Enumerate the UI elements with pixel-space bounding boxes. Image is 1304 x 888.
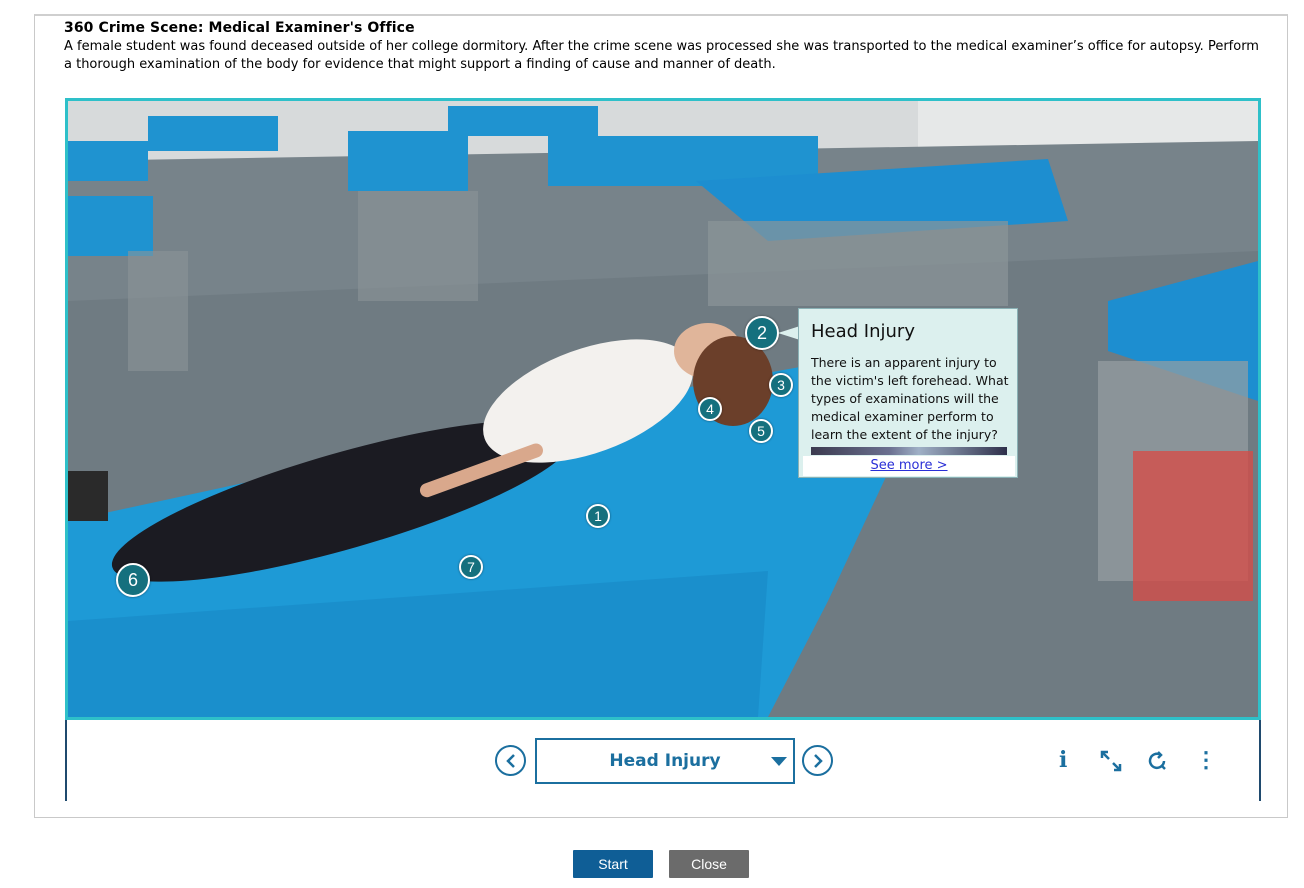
see-more-link[interactable]: See more > — [870, 458, 947, 473]
hotspot-select[interactable]: Head Injury — [535, 738, 795, 784]
hotspot-select-value: Head Injury — [609, 751, 721, 771]
start-button[interactable]: Start — [573, 850, 653, 878]
hotspot-5[interactable]: 5 — [749, 419, 773, 443]
close-button[interactable]: Close — [669, 850, 749, 878]
hotspot-6[interactable]: 6 — [116, 563, 150, 597]
popup-pointer — [778, 326, 800, 340]
autopsy-room-scene — [68, 101, 1258, 717]
chevron-left-icon — [505, 753, 515, 768]
viewer-toolbar: Head Injury i ⋮ — [65, 720, 1261, 801]
hotspot-2[interactable]: 2 — [745, 316, 779, 350]
hotspot-1[interactable]: 1 — [586, 504, 610, 528]
hotspot-4[interactable]: 4 — [698, 397, 722, 421]
info-icon[interactable]: i — [1059, 747, 1067, 773]
chevron-right-icon — [813, 753, 823, 768]
chevron-down-icon — [771, 757, 787, 766]
hotspot-popup: Head Injury There is an apparent injury … — [798, 308, 1018, 478]
reset-icon[interactable] — [1146, 750, 1168, 778]
popup-image-thumbnail — [811, 447, 1007, 455]
hotspot-3[interactable]: 3 — [769, 373, 793, 397]
popup-body: There is an apparent injury to the victi… — [811, 355, 1009, 442]
expand-icon[interactable] — [1100, 750, 1122, 778]
hotspot-7[interactable]: 7 — [459, 555, 483, 579]
more-options-icon[interactable]: ⋮ — [1195, 747, 1217, 773]
page-title: 360 Crime Scene: Medical Examiner's Offi… — [64, 20, 415, 36]
next-button[interactable] — [802, 745, 833, 776]
panorama-viewer[interactable]: 1 2 3 4 5 6 7 Head Injury There is an ap… — [65, 98, 1261, 720]
popup-title: Head Injury — [811, 321, 915, 342]
popup-link-container: See more > — [803, 456, 1015, 476]
previous-button[interactable] — [495, 745, 526, 776]
scenario-description: A female student was found deceased outs… — [64, 39, 1259, 72]
